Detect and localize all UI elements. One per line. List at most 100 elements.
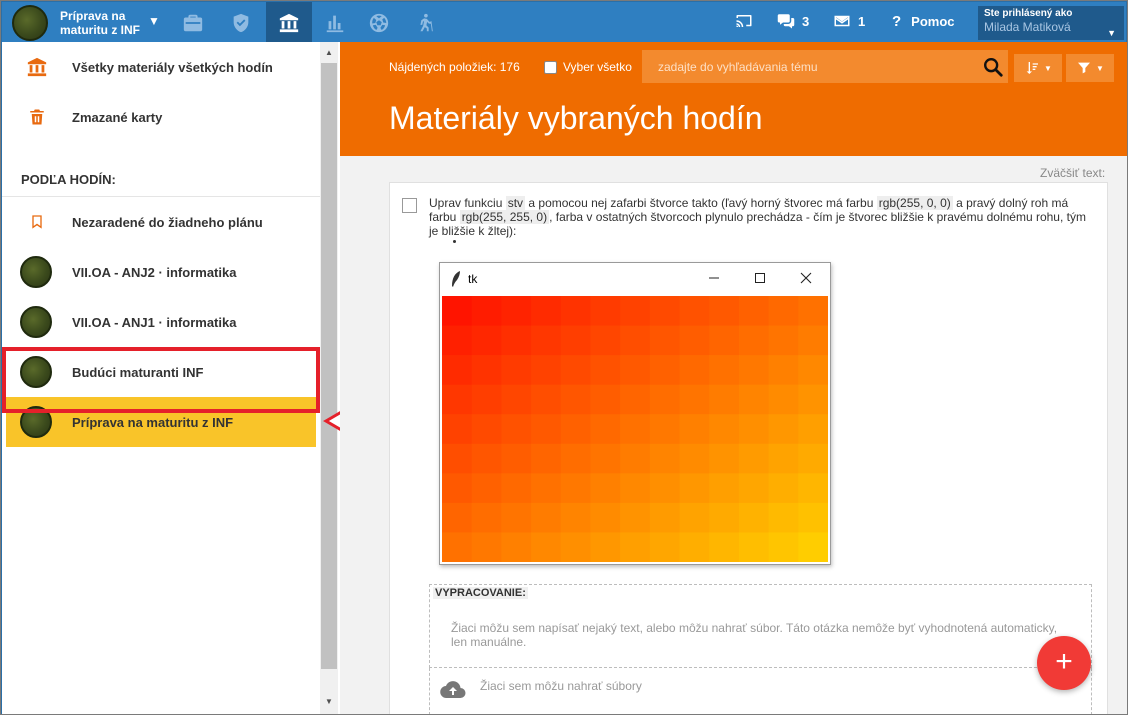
gradient-square — [531, 502, 562, 533]
gradient-square — [560, 384, 591, 415]
sidebar-item-all-materials[interactable]: Všetky materiály všetkých hodín — [2, 42, 320, 92]
gradient-square — [560, 355, 591, 386]
gradient-square — [471, 532, 502, 562]
sidebar-item-class[interactable]: VII.OA - ANJ1 · informatika — [2, 297, 320, 347]
answer-heading: VYPRACOVANIE: — [433, 587, 528, 599]
gradient-square — [738, 532, 770, 562]
gradient-square — [768, 443, 799, 474]
gradient-square — [501, 443, 532, 474]
messages-button[interactable]: 3 — [776, 12, 809, 30]
sidebar-item-class[interactable]: VII.OA - ANJ2 · informatika — [2, 247, 320, 297]
gradient-square — [679, 502, 710, 533]
search-icon[interactable] — [982, 56, 1004, 78]
gradient-square — [768, 502, 799, 533]
sidebar-item-deleted-cards[interactable]: Zmazané karty — [2, 92, 320, 142]
gradient-square — [531, 355, 562, 386]
filter-icon — [1078, 62, 1091, 74]
gradient-square — [501, 502, 532, 533]
gradient-square — [531, 443, 562, 474]
close-icon — [800, 272, 812, 284]
select-all-checkbox[interactable]: Vyber všetko — [544, 60, 632, 74]
gradient-square — [590, 296, 621, 327]
inline-code: stv — [505, 196, 526, 210]
question-text-part: a pomocou nej zafarbi štvorce takto (ľav… — [525, 196, 877, 210]
course-avatar[interactable] — [12, 5, 48, 41]
gradient-squares-canvas — [442, 296, 828, 562]
gradient-square — [649, 502, 681, 533]
gradient-square — [501, 473, 532, 504]
gradient-square — [798, 532, 828, 562]
gradient-square — [560, 325, 591, 356]
sidebar-item-label: Zmazané karty — [72, 109, 163, 125]
zoom-text-label[interactable]: Zväčšiť text: — [1040, 166, 1105, 180]
question-text-part: Uprav funkciu — [429, 196, 506, 210]
gradient-square — [768, 384, 799, 415]
cast-icon[interactable] — [734, 12, 754, 30]
sidebar-item-label: Nezaradené do žiadneho plánu — [72, 214, 263, 230]
gradient-square — [501, 384, 532, 415]
card-select-checkbox[interactable] — [402, 198, 417, 213]
gradient-square — [679, 473, 710, 504]
help-button[interactable]: ? Pomoc — [892, 13, 955, 30]
checkbox[interactable] — [544, 60, 557, 74]
sort-icon — [1026, 62, 1039, 74]
gradient-square — [738, 384, 770, 415]
gradient-square — [798, 443, 828, 474]
filter-button[interactable]: ▼ — [1066, 54, 1114, 82]
hiking-icon[interactable] — [402, 2, 448, 44]
gradient-square — [649, 296, 681, 327]
gradient-square — [620, 414, 651, 445]
chevron-down-icon: ▼ — [1096, 63, 1104, 73]
gradient-square — [738, 473, 770, 504]
gradient-square — [590, 384, 621, 415]
gradient-square — [679, 384, 710, 415]
mail-count: 1 — [858, 13, 866, 29]
tk-window-title: tk — [468, 272, 478, 286]
gradient-square — [620, 296, 651, 327]
search-input[interactable] — [658, 50, 978, 83]
gradient-square — [620, 473, 651, 504]
library-icon[interactable] — [266, 2, 312, 44]
gradient-square — [649, 384, 681, 415]
gradient-square — [679, 443, 710, 474]
gradient-square — [768, 296, 799, 327]
gradient-square — [590, 443, 621, 474]
gradient-square — [738, 325, 770, 356]
sidebar-section-heading: PODĽA HODÍN: — [21, 172, 116, 187]
gradient-square — [738, 443, 770, 474]
user-menu[interactable]: Ste prihlásený ako Milada Matiková ▼ — [978, 6, 1124, 40]
scroll-up-icon[interactable]: ▲ — [320, 45, 338, 61]
gradient-square — [590, 355, 621, 386]
course-selector-label[interactable]: Príprava na maturitu z INF — [60, 9, 156, 37]
chevron-down-icon[interactable]: ▼ — [148, 14, 160, 28]
list-bullet — [453, 240, 456, 243]
sidebar-item-label: VII.OA - ANJ2 · informatika — [72, 264, 237, 280]
gradient-square — [649, 443, 681, 474]
gradient-square — [442, 532, 473, 562]
annotation-highlight-box — [2, 347, 320, 413]
mail-button[interactable]: 1 — [832, 12, 865, 30]
library-icon — [24, 54, 50, 80]
scroll-down-icon[interactable]: ▼ — [320, 694, 338, 710]
add-button[interactable]: + — [1037, 636, 1091, 690]
search-box[interactable] — [642, 50, 1008, 83]
briefcase-icon[interactable] — [170, 2, 216, 44]
gradient-square — [649, 325, 681, 356]
shield-check-icon[interactable] — [218, 2, 264, 44]
gradient-square — [442, 473, 473, 504]
sort-button[interactable]: ▼ — [1014, 54, 1062, 82]
question-icon: ? — [892, 13, 902, 30]
chevron-down-icon: ▼ — [1107, 28, 1116, 38]
cloud-upload-icon[interactable] — [440, 680, 466, 700]
gradient-square — [471, 414, 502, 445]
gradient-square — [442, 384, 473, 415]
gradient-square — [620, 532, 651, 562]
gradient-square — [442, 502, 473, 533]
sidebar-item-unassigned[interactable]: Nezaradené do žiadneho plánu — [2, 197, 320, 247]
bar-chart-icon[interactable] — [312, 2, 358, 44]
help-label: Pomoc — [911, 14, 955, 29]
scrollbar-thumb[interactable] — [321, 63, 337, 669]
gradient-square — [531, 414, 562, 445]
gradient-square — [649, 532, 681, 562]
ball-icon[interactable] — [356, 2, 402, 44]
